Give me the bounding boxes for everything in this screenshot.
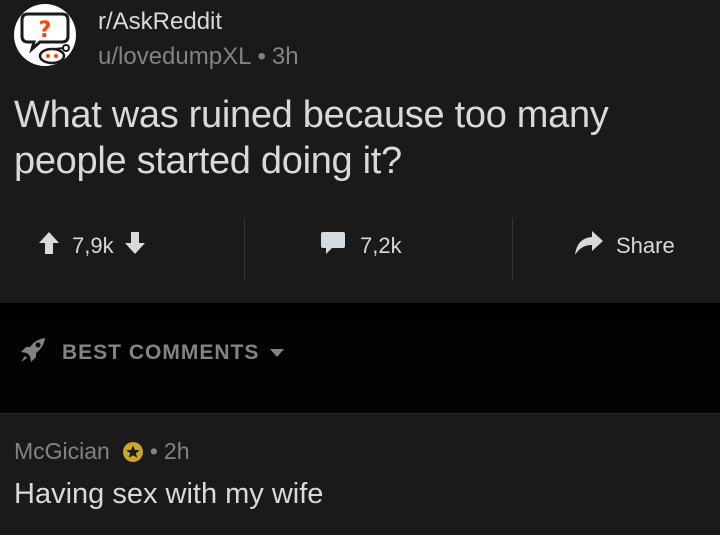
- comment-bubble-icon: [320, 231, 346, 261]
- share-label: Share: [616, 233, 675, 258]
- comment-separator: •: [149, 438, 158, 464]
- action-divider: [512, 218, 513, 280]
- star-flair-icon: [122, 441, 144, 463]
- post-meta: r/AskReddit u/lovedumpXL • 3h: [98, 8, 299, 72]
- post-card: ? r/AskReddit u/lovedumpXL • 3h What was r…: [0, 0, 720, 303]
- post-byline: u/lovedumpXL • 3h: [98, 42, 299, 72]
- upvote-arrow-icon[interactable]: [38, 231, 60, 261]
- vote-group: 7,9k: [38, 212, 146, 280]
- post-author[interactable]: u/lovedumpXL: [98, 43, 251, 70]
- comment-meta: McGician • 2h: [14, 438, 190, 465]
- sort-label: BEST COMMENTS: [62, 341, 260, 364]
- comments-button[interactable]: 7,2k: [320, 212, 402, 280]
- chevron-down-icon: [269, 341, 285, 365]
- comment-item: McGician • 2h Having sex with my wife: [0, 413, 720, 535]
- share-button[interactable]: Share: [574, 212, 675, 280]
- comment-sort-bar: BEST COMMENTS: [0, 318, 720, 413]
- comment-author[interactable]: McGician: [14, 438, 110, 465]
- subreddit-name[interactable]: r/AskReddit: [98, 8, 299, 36]
- post-header: ? r/AskReddit u/lovedumpXL • 3h: [14, 4, 299, 72]
- upvote-count: 7,9k: [72, 233, 114, 258]
- post-title[interactable]: What was ruined because too many people …: [14, 92, 714, 184]
- comment-age: 2h: [163, 438, 190, 464]
- svg-text:?: ?: [39, 18, 52, 43]
- comment-body: Having sex with my wife: [14, 478, 324, 510]
- sort-dropdown[interactable]: BEST COMMENTS: [18, 338, 285, 368]
- askreddit-avatar-icon[interactable]: ?: [14, 4, 76, 66]
- byline-separator: •: [257, 43, 266, 70]
- post-action-bar: 7,9k 7,2k Share: [0, 212, 720, 280]
- comment-count: 7,2k: [360, 233, 402, 258]
- post-age: 3h: [271, 43, 299, 70]
- action-divider: [244, 218, 245, 280]
- downvote-arrow-icon[interactable]: [124, 231, 146, 261]
- section-gap: [0, 303, 720, 318]
- share-arrow-icon: [574, 230, 604, 262]
- rocket-icon: [18, 335, 48, 371]
